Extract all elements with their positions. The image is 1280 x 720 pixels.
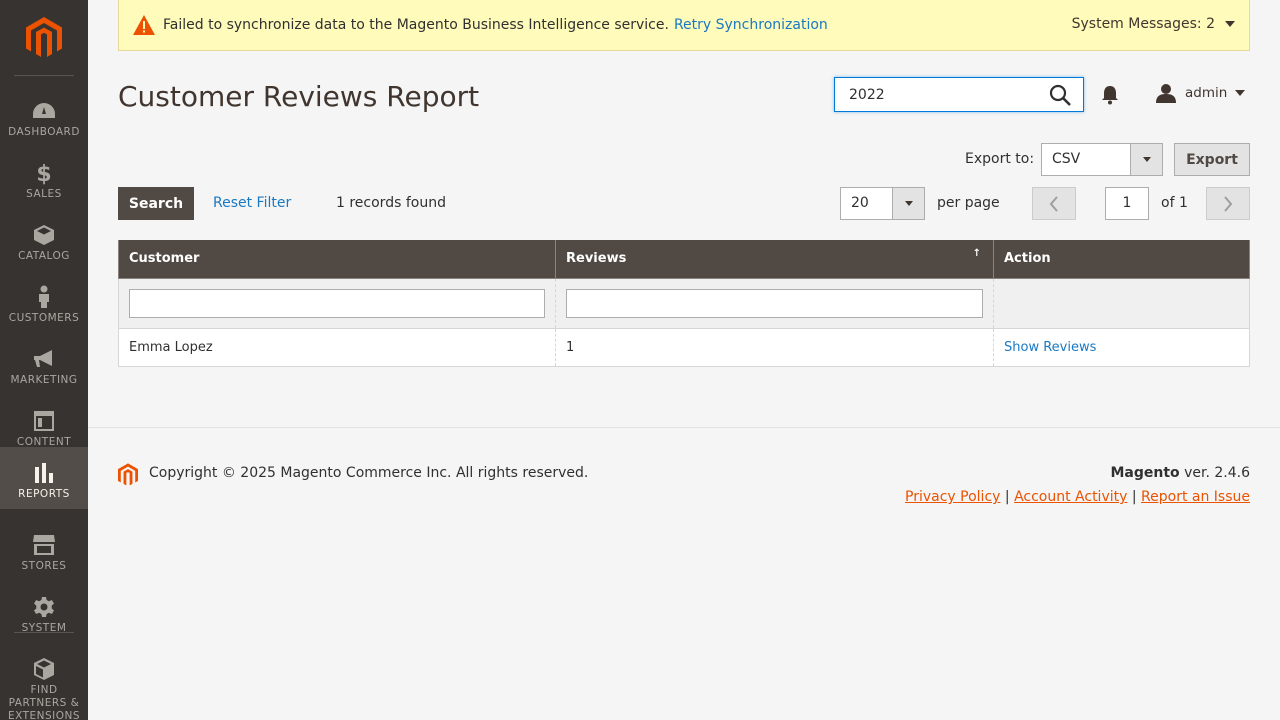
admin-username: admin (1185, 85, 1228, 101)
copyright-text: Copyright © 2025 Magento Commerce Inc. A… (149, 465, 589, 481)
version-info: Magento ver. 2.4.6 (1110, 465, 1250, 481)
account-activity-link[interactable]: Account Activity (1014, 489, 1127, 505)
sidebar-label: Dashboard (8, 126, 80, 138)
version-number: ver. 2.4.6 (1179, 465, 1250, 481)
admin-user-menu[interactable]: admin (1156, 83, 1246, 103)
sidebar-item-dashboard[interactable]: Dashboard (0, 85, 88, 147)
reviews-filter-input[interactable] (566, 288, 983, 318)
column-header-label: Customer (129, 251, 200, 267)
export-format-select[interactable]: CSV (1041, 143, 1163, 176)
export-label: Export to: (965, 151, 1035, 167)
retry-synchronization-link[interactable]: Retry Synchronization (674, 17, 828, 33)
global-search[interactable] (834, 77, 1084, 112)
customer-filter-input[interactable] (129, 288, 545, 318)
magento-logo[interactable] (0, 0, 88, 76)
per-page-value: 20 (851, 195, 869, 211)
reset-filter-link[interactable]: Reset Filter (213, 195, 291, 211)
sidebar-label: Reports (18, 488, 70, 500)
action-filter-cell (993, 278, 1250, 329)
column-header-action: Action (993, 240, 1250, 279)
chevron-down-icon (1142, 157, 1151, 162)
sidebar-divider (14, 632, 74, 633)
search-button[interactable]: Search (118, 187, 194, 220)
select-toggle[interactable] (892, 188, 924, 219)
user-icon (1156, 84, 1176, 103)
chevron-right-icon (1224, 195, 1233, 212)
warning-icon (133, 15, 155, 35)
sidebar-divider (14, 75, 74, 76)
sidebar-item-reports[interactable]: Reports (0, 447, 88, 509)
total-pages: of 1 (1161, 195, 1188, 211)
brand-name: Magento (1110, 465, 1180, 481)
page-title: Customer Reviews Report (118, 80, 480, 113)
svg-text:$: $ (36, 162, 51, 185)
column-header-reviews[interactable]: Reviews ↑ (555, 240, 994, 279)
sidebar-item-system[interactable]: System (0, 581, 88, 643)
chevron-down-icon (1225, 21, 1235, 27)
column-header-label: Action (1004, 251, 1051, 267)
magento-footer-logo-icon (118, 463, 138, 486)
search-icon[interactable] (1049, 84, 1071, 106)
sidebar-label: Marketing (10, 374, 78, 386)
column-header-label: Reviews (566, 251, 627, 267)
sidebar-item-marketing[interactable]: Marketing (0, 333, 88, 395)
per-page-select[interactable]: 20 (840, 187, 925, 220)
page-footer: Copyright © 2025 Magento Commerce Inc. A… (88, 427, 1280, 720)
sidebar-label: Catalog (18, 250, 70, 262)
sidebar-item-customers[interactable]: Customers (0, 271, 88, 333)
chevron-down-icon (1235, 90, 1246, 96)
person-icon (32, 285, 56, 309)
select-toggle[interactable] (1130, 144, 1162, 175)
privacy-policy-link[interactable]: Privacy Policy (905, 489, 1000, 505)
admin-sidebar: Dashboard $ Sales Catalog Customers Mark… (0, 0, 88, 720)
per-page-label: per page (937, 195, 1000, 211)
page-number-input[interactable]: 1 (1105, 187, 1149, 220)
system-message-bar: Failed to synchronize data to the Magent… (118, 0, 1250, 51)
sidebar-label: Sales (26, 188, 62, 200)
footer-links: Privacy Policy | Account Activity | Repo… (905, 489, 1250, 505)
global-search-input[interactable] (835, 78, 1035, 111)
reviews-cell: 1 (555, 328, 994, 367)
link-separator: | (1004, 489, 1015, 505)
cube-icon (32, 223, 56, 247)
megaphone-icon (32, 347, 56, 371)
system-message-text: Failed to synchronize data to the Magent… (163, 17, 669, 33)
customer-cell: Emma Lopez (118, 328, 556, 367)
sidebar-label: System (21, 622, 67, 634)
reviews-grid: Customer Reviews ↑ Action Emma Lopez 1 Sh… (118, 240, 1250, 367)
boxes-icon (32, 657, 56, 681)
filter-row (118, 278, 1250, 329)
bar-chart-icon (32, 461, 56, 485)
sidebar-label: Find Partners & Extensions (7, 684, 81, 720)
column-header-customer[interactable]: Customer (118, 240, 556, 279)
sidebar-label: Stores (21, 560, 67, 572)
export-format-value: CSV (1052, 151, 1081, 167)
sidebar-item-stores[interactable]: Stores (0, 519, 88, 581)
sidebar-label: Customers (8, 312, 80, 324)
previous-page-button[interactable] (1032, 187, 1076, 220)
chevron-down-icon (904, 201, 913, 206)
show-reviews-link[interactable]: Show Reviews (1004, 340, 1096, 355)
sidebar-item-find-partners[interactable]: Find Partners & Extensions (0, 643, 88, 720)
notifications-bell-icon[interactable] (1101, 85, 1119, 105)
layout-icon (32, 409, 56, 433)
magento-logo-icon (26, 17, 62, 57)
gear-icon (32, 595, 56, 619)
sidebar-item-catalog[interactable]: Catalog (0, 209, 88, 271)
storefront-icon (32, 533, 56, 557)
report-an-issue-link[interactable]: Report an Issue (1141, 489, 1250, 505)
system-messages-count: System Messages: 2 (1071, 16, 1215, 32)
link-separator: | (1131, 489, 1142, 505)
export-button[interactable]: Export (1174, 143, 1250, 176)
next-page-button[interactable] (1206, 187, 1250, 220)
records-found: 1 records found (336, 195, 446, 211)
system-messages-toggle[interactable]: System Messages: 2 (1072, 16, 1235, 32)
table-row[interactable]: Emma Lopez 1 Show Reviews (118, 328, 1250, 367)
dollar-icon: $ (32, 161, 56, 185)
sidebar-item-sales[interactable]: $ Sales (0, 147, 88, 209)
chevron-left-icon (1049, 195, 1058, 212)
dashboard-icon (32, 99, 56, 123)
sort-ascending-icon: ↑ (972, 248, 981, 259)
